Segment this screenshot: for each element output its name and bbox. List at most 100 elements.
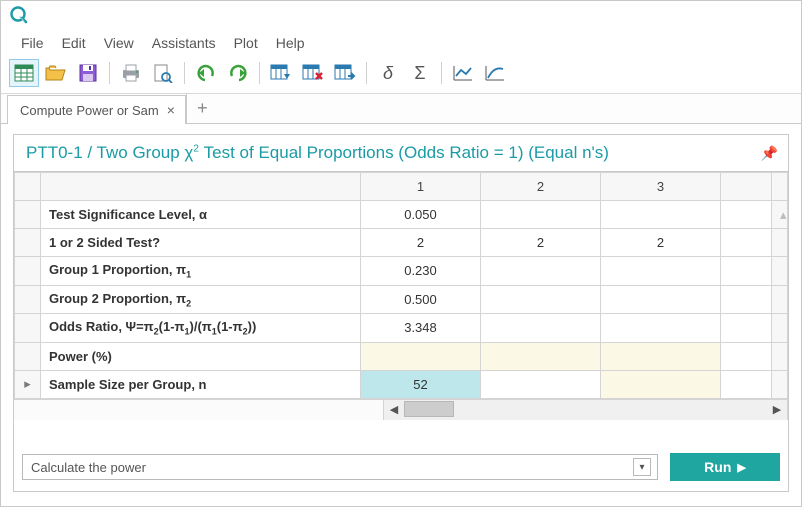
- run-button[interactable]: Run ▶: [670, 453, 780, 481]
- section-frame: PTT0-1 / Two Group χ2 Test of Equal Prop…: [13, 134, 789, 492]
- tab-label: Compute Power or Sam: [20, 103, 159, 118]
- toolbar-separator: [259, 62, 260, 84]
- chevron-down-icon[interactable]: ▾: [633, 458, 651, 476]
- grid-cell[interactable]: [481, 370, 601, 398]
- row-label: 1 or 2 Sided Test?: [41, 229, 361, 257]
- menu-help[interactable]: Help: [268, 33, 313, 53]
- grid-cell[interactable]: [481, 285, 601, 314]
- grid-cell[interactable]: 2: [601, 229, 721, 257]
- table-row: Test Significance Level, α0.050 ▴: [15, 201, 788, 229]
- play-icon: ▶: [737, 461, 745, 474]
- menu-plot[interactable]: Plot: [226, 33, 266, 53]
- toolbar-save-icon[interactable]: [73, 59, 103, 87]
- toolbar-separator: [441, 62, 442, 84]
- titlebar: [1, 1, 801, 29]
- scroll-thumb[interactable]: [404, 401, 454, 417]
- table-row: Group 1 Proportion, π10.230: [15, 257, 788, 286]
- grid-cell[interactable]: 2: [361, 229, 481, 257]
- grid-cell[interactable]: 2: [481, 229, 601, 257]
- parameter-grid: 1 2 3 Test Significance Level, α0.050▴1 …: [14, 172, 788, 443]
- row-indicator: [15, 342, 41, 370]
- row-label: Group 1 Proportion, π1: [41, 257, 361, 286]
- scroll-left-icon[interactable]: ◀: [384, 400, 404, 420]
- app-window: File Edit View Assistants Plot Help: [0, 0, 802, 507]
- row-label: Sample Size per Group, n: [41, 370, 361, 398]
- row-indicator: ▸: [15, 370, 41, 398]
- row-label: Test Significance Level, α: [41, 201, 361, 229]
- toolbar-chart2-icon[interactable]: [480, 59, 510, 87]
- toolbar-sigma-icon[interactable]: Σ: [405, 59, 435, 87]
- menu-file[interactable]: File: [13, 33, 52, 53]
- grid-cell[interactable]: [481, 342, 601, 370]
- table-row: ▸Sample Size per Group, n52: [15, 370, 788, 398]
- row-indicator: [15, 201, 41, 229]
- toolbar-spreadsheet-icon[interactable]: [9, 59, 39, 87]
- col-header-3[interactable]: 3: [601, 173, 721, 201]
- action-select[interactable]: Calculate the power ▾: [22, 454, 658, 480]
- grid-cell[interactable]: [361, 342, 481, 370]
- run-button-label: Run: [704, 459, 731, 475]
- section-header: PTT0-1 / Two Group χ2 Test of Equal Prop…: [14, 135, 788, 172]
- grid-cell[interactable]: [601, 342, 721, 370]
- tab-add-button[interactable]: +: [186, 94, 218, 123]
- toolbar-separator: [366, 62, 367, 84]
- toolbar-print-icon[interactable]: [116, 59, 146, 87]
- toolbar-separator: [184, 62, 185, 84]
- row-label: Power (%): [41, 342, 361, 370]
- grid-cell[interactable]: [481, 314, 601, 343]
- menubar: File Edit View Assistants Plot Help: [1, 29, 801, 55]
- table-row: Group 2 Proportion, π20.500: [15, 285, 788, 314]
- toolbar-table-add-icon[interactable]: [266, 59, 296, 87]
- grid-cell[interactable]: [481, 201, 601, 229]
- toolbar: δ Σ: [1, 55, 801, 94]
- app-logo-icon: [9, 5, 29, 25]
- grid-cell[interactable]: 3.348: [361, 314, 481, 343]
- tab-compute-power[interactable]: Compute Power or Sam ×: [7, 95, 186, 124]
- grid-cell[interactable]: [601, 257, 721, 286]
- grid-table: 1 2 3 Test Significance Level, α0.050▴1 …: [14, 172, 788, 399]
- grid-cell[interactable]: [601, 314, 721, 343]
- toolbar-chart1-icon[interactable]: [448, 59, 478, 87]
- tabstrip: Compute Power or Sam × +: [1, 94, 801, 124]
- toolbar-separator: [109, 62, 110, 84]
- grid-cell[interactable]: 0.230: [361, 257, 481, 286]
- row-label: Group 2 Proportion, π2: [41, 285, 361, 314]
- grid-cell[interactable]: [481, 257, 601, 286]
- scroll-right-icon[interactable]: ▶: [767, 400, 787, 420]
- grid-cell[interactable]: [601, 285, 721, 314]
- table-row: 1 or 2 Sided Test?222: [15, 229, 788, 257]
- toolbar-table-delete-icon[interactable]: [298, 59, 328, 87]
- grid-cell[interactable]: 0.500: [361, 285, 481, 314]
- col-header-1[interactable]: 1: [361, 173, 481, 201]
- close-icon[interactable]: ×: [167, 102, 175, 118]
- table-row: Odds Ratio, Ψ=π2(1-π1)/(π1(1-π2))3.348: [15, 314, 788, 343]
- row-indicator: [15, 314, 41, 343]
- content-area: PTT0-1 / Two Group χ2 Test of Equal Prop…: [1, 124, 801, 506]
- toolbar-delta-icon[interactable]: δ: [373, 59, 403, 87]
- table-row: Power (%): [15, 342, 788, 370]
- grid-cell[interactable]: 52: [361, 370, 481, 398]
- menu-view[interactable]: View: [96, 33, 142, 53]
- section-title: PTT0-1 / Two Group χ2 Test of Equal Prop…: [26, 143, 609, 163]
- row-label: Odds Ratio, Ψ=π2(1-π1)/(π1(1-π2)): [41, 314, 361, 343]
- grid-header-row: 1 2 3: [15, 173, 788, 201]
- scroll-up-icon[interactable]: ▴: [772, 201, 788, 229]
- row-indicator: [15, 229, 41, 257]
- footer-row: Calculate the power ▾ Run ▶: [14, 443, 788, 491]
- horizontal-scrollbar[interactable]: ◀ ▶: [14, 399, 788, 420]
- row-indicator: [15, 285, 41, 314]
- menu-assistants[interactable]: Assistants: [144, 33, 224, 53]
- col-header-2[interactable]: 2: [481, 173, 601, 201]
- menu-edit[interactable]: Edit: [54, 33, 94, 53]
- toolbar-undo-icon[interactable]: [191, 59, 221, 87]
- action-select-label: Calculate the power: [31, 460, 146, 475]
- pin-icon[interactable]: 📌: [761, 145, 778, 162]
- toolbar-preview-icon[interactable]: [148, 59, 178, 87]
- row-indicator: [15, 257, 41, 286]
- toolbar-table-go-icon[interactable]: [330, 59, 360, 87]
- grid-cell[interactable]: 0.050: [361, 201, 481, 229]
- toolbar-redo-icon[interactable]: [223, 59, 253, 87]
- grid-cell[interactable]: [601, 370, 721, 398]
- toolbar-open-icon[interactable]: [41, 59, 71, 87]
- grid-cell[interactable]: [601, 201, 721, 229]
